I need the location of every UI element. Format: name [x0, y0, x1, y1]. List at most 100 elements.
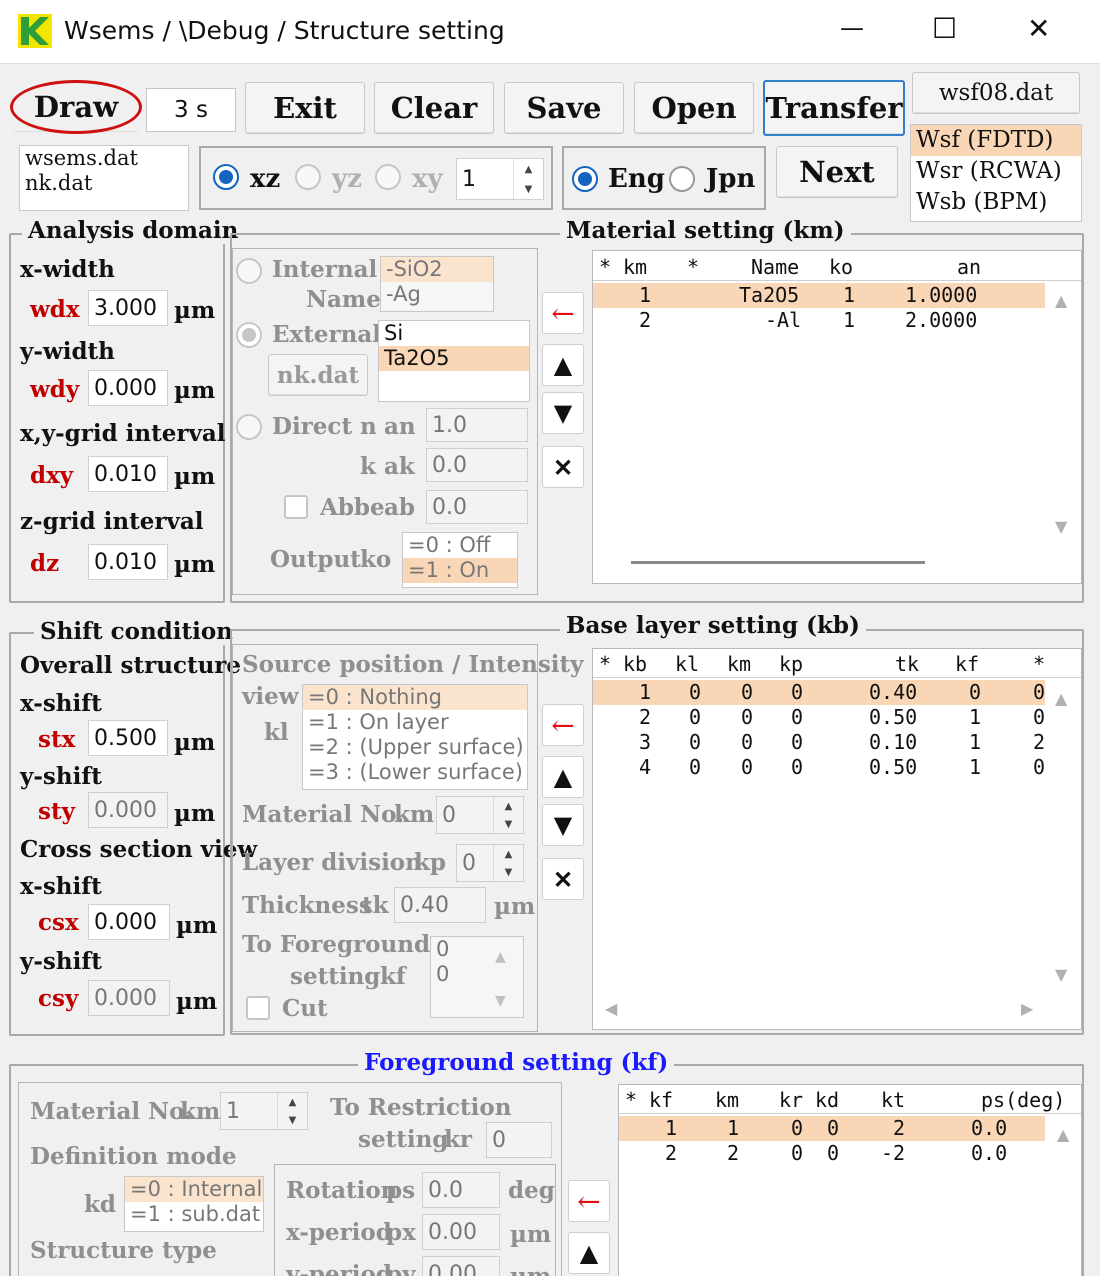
- scroll-down-icon[interactable]: ▼: [495, 989, 506, 1014]
- delete-icon[interactable]: ✕: [542, 858, 584, 900]
- an-input[interactable]: 1.0: [426, 408, 528, 442]
- move-down-icon[interactable]: ▼: [542, 392, 584, 434]
- scroll-down-icon[interactable]: ▼: [1055, 517, 1067, 536]
- fg-km-stepper[interactable]: 1 ▲ ▼: [220, 1092, 308, 1130]
- view-value-stepper[interactable]: 1 ▲ ▼: [456, 158, 544, 200]
- scroll-down-icon[interactable]: ▼: [1055, 965, 1067, 984]
- method-item[interactable]: Wsb (BPM): [911, 187, 1081, 218]
- dxy-input[interactable]: 0.010: [88, 456, 168, 492]
- kf-list[interactable]: 0 0 ▲ ▼: [430, 936, 524, 1018]
- method-item[interactable]: Wsf (FDTD): [911, 125, 1081, 156]
- ko-list[interactable]: =0 : Off =1 : On: [402, 532, 518, 588]
- ak-input[interactable]: 0.0: [426, 448, 528, 482]
- table-row[interactable]: 4 0 0 0 0.50 1 0: [593, 755, 1045, 780]
- lang-radio-eng[interactable]: [572, 166, 598, 192]
- cut-checkbox[interactable]: [246, 996, 270, 1020]
- direct-radio[interactable]: [236, 414, 262, 440]
- file-item[interactable]: wsems.dat: [20, 146, 188, 171]
- file-item[interactable]: nk.dat: [20, 171, 188, 196]
- scroll-right-icon[interactable]: ▶: [1021, 999, 1033, 1018]
- csy-input[interactable]: 0.000: [88, 980, 170, 1016]
- ab-input[interactable]: 0.0: [426, 490, 528, 524]
- spinner-icon[interactable]: ▲ ▼: [493, 845, 523, 881]
- external-item[interactable]: Ta2O5: [379, 346, 529, 371]
- save-button[interactable]: Save: [504, 82, 624, 134]
- add-left-arrow-icon[interactable]: ←: [568, 1180, 610, 1222]
- open-button[interactable]: Open: [634, 82, 754, 134]
- kl-item[interactable]: =1 : On layer: [303, 710, 527, 735]
- ps-input[interactable]: 0.0: [422, 1172, 500, 1208]
- scroll-up-icon[interactable]: ▲: [1055, 291, 1067, 310]
- view-radio-xz[interactable]: [213, 164, 239, 190]
- abbe-checkbox[interactable]: [284, 495, 308, 519]
- km-stepper[interactable]: 0 ▲ ▼: [436, 796, 524, 834]
- spinner-icon[interactable]: ▲ ▼: [493, 797, 523, 833]
- sty-input[interactable]: 0.000: [88, 792, 168, 828]
- kf-item[interactable]: 0: [431, 937, 523, 962]
- table-row[interactable]: 2 -Al 1 2.0000: [593, 308, 1045, 333]
- method-list[interactable]: Wsf (FDTD) Wsr (RCWA) Wsb (BPM): [910, 124, 1082, 222]
- ko-item[interactable]: =1 : On: [403, 558, 517, 583]
- external-item[interactable]: Si: [379, 321, 529, 346]
- wdx-input[interactable]: 3.000: [88, 290, 168, 326]
- csx-input[interactable]: 0.000: [88, 904, 170, 940]
- horizontal-scrollbar[interactable]: [631, 561, 925, 564]
- transfer-button[interactable]: Transfer: [763, 80, 905, 136]
- internal-item[interactable]: -SiO2: [381, 257, 493, 282]
- move-down-icon[interactable]: ▼: [542, 804, 584, 846]
- kd-item[interactable]: =1 : sub.dat: [125, 1202, 263, 1227]
- delete-icon[interactable]: ✕: [542, 446, 584, 488]
- kr-input[interactable]: 0: [486, 1122, 552, 1158]
- next-button[interactable]: Next: [776, 146, 898, 198]
- kp-stepper[interactable]: 0 ▲ ▼: [456, 844, 524, 882]
- move-up-icon[interactable]: ▲: [542, 756, 584, 798]
- table-row[interactable]: 2 2 0 0 -2 0.0: [619, 1141, 1045, 1166]
- table-row[interactable]: 1 1 0 0 2 0.0: [619, 1116, 1045, 1141]
- py-input[interactable]: 0.00: [422, 1256, 500, 1276]
- kl-list[interactable]: =0 : Nothing =1 : On layer =2 : (Upper s…: [302, 684, 528, 790]
- table-row[interactable]: 1 0 0 0 0.40 0 0: [593, 680, 1045, 705]
- spinner-icon[interactable]: ▲ ▼: [513, 159, 543, 199]
- close-icon[interactable]: ✕: [1027, 12, 1050, 45]
- external-radio[interactable]: [236, 322, 262, 348]
- internal-list[interactable]: -SiO2 -Ag: [380, 256, 494, 312]
- file-list[interactable]: wsems.dat nk.dat: [19, 145, 189, 211]
- lang-radio-jpn[interactable]: [669, 166, 695, 192]
- kl-item[interactable]: =0 : Nothing: [303, 685, 527, 710]
- stx-input[interactable]: 0.500: [88, 720, 168, 756]
- scroll-left-icon[interactable]: ◀: [605, 999, 617, 1018]
- exit-button[interactable]: Exit: [245, 82, 365, 134]
- kd-item[interactable]: =0 : Internal: [125, 1177, 263, 1202]
- minimize-icon[interactable]: —: [840, 14, 864, 42]
- kl-item[interactable]: =3 : (Lower surface): [303, 760, 527, 785]
- table-row[interactable]: 2 0 0 0 0.50 1 0: [593, 705, 1045, 730]
- kl-item[interactable]: =2 : (Upper surface): [303, 735, 527, 760]
- external-list[interactable]: Si Ta2O5: [378, 320, 530, 402]
- add-left-arrow-icon[interactable]: ←: [542, 704, 584, 746]
- view-radio-yz[interactable]: [295, 164, 321, 190]
- scroll-up-icon[interactable]: ▲: [1055, 689, 1067, 708]
- kd-list[interactable]: =0 : Internal =1 : sub.dat: [124, 1176, 264, 1232]
- method-item[interactable]: Wsr (RCWA): [911, 156, 1081, 187]
- scroll-up-icon[interactable]: ▲: [1057, 1125, 1069, 1144]
- table-row[interactable]: 1 Ta2O5 1 1.0000: [593, 283, 1045, 308]
- move-up-icon[interactable]: ▲: [568, 1232, 610, 1274]
- nkdat-button[interactable]: nk.dat: [268, 354, 368, 396]
- kf-item[interactable]: 0: [431, 962, 523, 987]
- maximize-icon[interactable]: ☐: [932, 12, 957, 45]
- view-radio-xy[interactable]: [375, 164, 401, 190]
- table-row[interactable]: 3 0 0 0 0.10 1 2: [593, 730, 1045, 755]
- internal-radio[interactable]: [236, 258, 262, 284]
- scroll-up-icon[interactable]: ▲: [495, 945, 506, 970]
- dz-input[interactable]: 0.010: [88, 544, 168, 580]
- wdy-input[interactable]: 0.000: [88, 370, 168, 406]
- clear-button[interactable]: Clear: [374, 82, 494, 134]
- move-up-icon[interactable]: ▲: [542, 344, 584, 386]
- internal-item[interactable]: -Ag: [381, 282, 493, 307]
- px-input[interactable]: 0.00: [422, 1214, 500, 1250]
- tk-label: tk: [362, 892, 389, 919]
- spinner-icon[interactable]: ▲ ▼: [277, 1093, 307, 1129]
- ko-item[interactable]: =0 : Off: [403, 533, 517, 558]
- add-left-arrow-icon[interactable]: ←: [542, 292, 584, 334]
- tk-input[interactable]: 0.40: [394, 887, 486, 923]
